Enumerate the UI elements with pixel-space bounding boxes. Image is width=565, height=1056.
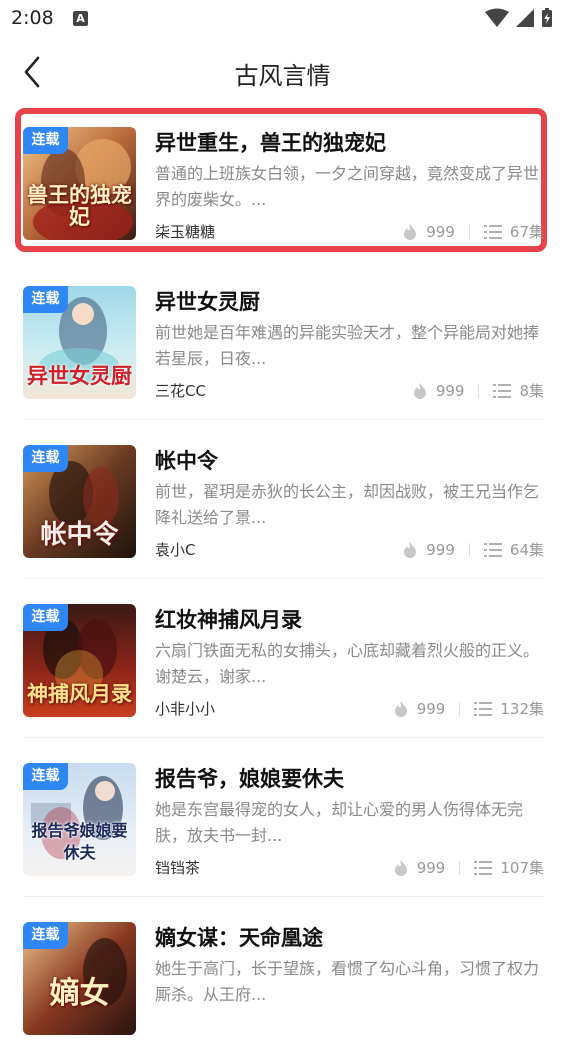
status-bar: 2:08 A [0,0,565,40]
episode-count: 132集 [500,700,544,718]
book-author: 铛铛茶 [155,859,201,877]
book-cover: 连载 嫡女 [23,922,136,1035]
book-stats: 999 8集 [412,380,544,401]
book-item[interactable]: 连载 神捕风月录 红妆神捕风月录 六扇门铁面无私的女捕头，心底却藏着烈火般的正义… [0,588,565,738]
book-author: 柒玉糖糖 [155,223,216,241]
book-title: 异世重生，兽王的独宠妃 [155,131,386,155]
cover-title: 嫡女 [49,976,110,1011]
book-author: 小非小小 [155,700,216,718]
serial-badge: 连载 [23,763,68,790]
page-title: 古风言情 [234,62,331,90]
like-count: 999 [426,540,455,559]
flame-icon [402,541,418,559]
book-author: 袁小C [155,541,196,559]
book-cover: 连载 兽王的独宠妃 [23,127,136,240]
flame-icon [393,859,409,877]
book-description: 前世她是百年难遇的异能实验天才，整个异能局对她捧若星辰，日夜... [155,323,540,368]
stat-divider [468,542,470,557]
book-cover: 连载 神捕风月录 [23,604,136,717]
list-icon [474,701,493,716]
book-stats: 999 64集 [402,539,544,560]
book-description: 她是东宫最得宠的女人，却让心爱的男人伤得体无完肤，放夫书一封... [155,800,524,845]
list-icon [483,224,502,239]
cover-title: 神捕风月录 [27,681,132,706]
book-title: 报告爷，娘娘要休夫 [155,767,344,791]
book-item[interactable]: 连载 嫡女 嫡女谋：天命凰途 她生于高门，长于望族，看惯了勾心斗角，习惯了权力厮… [0,906,565,1056]
cover-title: 帐中令 [40,520,119,550]
book-item[interactable]: 连载 报告爷娘娘要休夫 报告爷，娘娘要休夫 她是东宫最得宠的女人，却让心爱的男人… [0,747,565,897]
signal-icon [516,9,534,27]
flame-icon [412,382,428,400]
book-author: 三花CC [155,382,206,400]
status-icons [485,8,553,28]
list-icon [493,383,512,398]
list-divider [23,896,544,897]
stat-divider [459,701,461,716]
book-description: 普通的上班族女白领，一夕之间穿越，竟然变成了异世界的废柴女。... [155,164,540,209]
episode-count: 107集 [500,859,544,877]
episode-count: 8集 [519,382,544,400]
book-description: 六扇门铁面无私的女捕头，心底却藏着烈火般的正义。谢楚云，谢家... [155,641,540,686]
serial-badge: 连载 [23,286,68,313]
like-count: 999 [435,381,465,400]
book-item[interactable]: 连载 异世女灵厨 异世女灵厨 前世她是百年难遇的异能实验天才，整个异能局对她捧若… [0,270,565,420]
notification-a-icon: A [73,11,88,26]
book-cover: 连载 异世女灵厨 [23,286,136,399]
stat-divider [468,224,470,239]
wifi-icon [485,8,509,27]
book-title: 异世女灵厨 [155,290,260,314]
flame-icon [393,700,409,718]
book-description: 她生于高门，长于望族，看惯了勾心斗角，习惯了权力厮杀。从王府... [155,959,540,1004]
list-icon [474,860,493,875]
book-cover: 连载 报告爷娘娘要休夫 [23,763,136,876]
book-item[interactable]: 连载 兽王的独宠妃 异世重生，兽王的独宠妃 普通的上班族女白领，一夕之间穿越，竟… [0,108,565,261]
stat-divider [459,860,461,875]
list-divider [23,737,544,738]
flame-icon [402,223,418,241]
book-stats: 999 107集 [393,857,544,878]
list-divider [23,419,544,420]
stat-divider [478,383,480,398]
serial-badge: 连载 [23,445,68,472]
book-cover: 连载 帐中令 [23,445,136,558]
like-count: 999 [416,858,446,877]
serial-badge: 连载 [23,922,68,949]
like-count: 999 [426,222,455,241]
serial-badge: 连载 [23,604,68,631]
book-stats: 999 132集 [393,698,544,719]
battery-icon [542,8,552,27]
book-item[interactable]: 连载 帐中令 帐中令 前世，翟玥是赤狄的长公主，却因战败，被王兄当作乞降礼送给了… [0,429,565,579]
book-title: 帐中令 [155,449,218,473]
list-icon [483,542,502,557]
list-divider [23,578,544,579]
book-description: 前世，翟玥是赤狄的长公主，却因战败，被王兄当作乞降礼送给了景... [155,482,540,527]
serial-badge: 连载 [23,127,68,154]
like-count: 999 [416,699,446,718]
cover-title: 异世女灵厨 [27,363,132,388]
cover-title: 兽王的独宠妃 [27,182,132,229]
cover-title: 报告爷娘娘要休夫 [31,821,128,862]
episode-count: 67集 [509,223,544,241]
book-title: 嫡女谋：天命凰途 [155,926,323,950]
book-stats: 999 67集 [402,221,544,242]
episode-count: 64集 [509,541,544,559]
header: 古风言情 [0,40,565,104]
status-time: 2:08 [11,7,54,29]
book-title: 红妆神捕风月录 [155,608,302,632]
